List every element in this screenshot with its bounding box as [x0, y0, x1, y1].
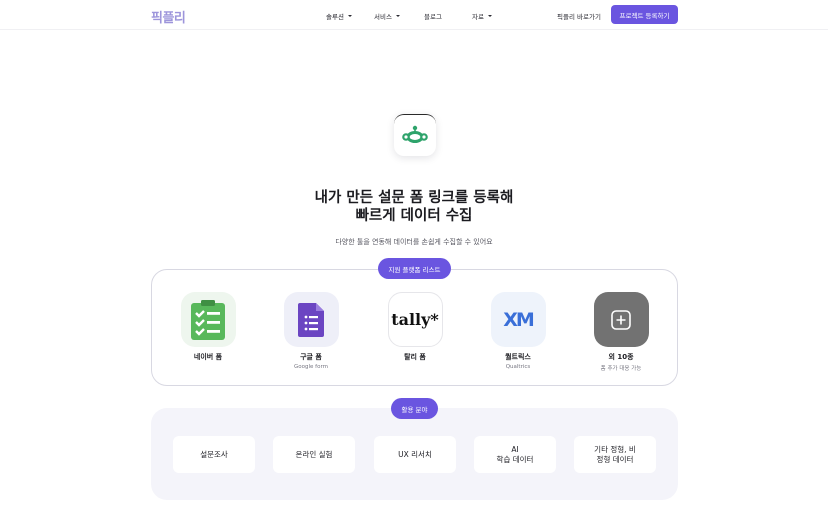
platform-subname: Google form — [294, 364, 328, 370]
platform-tally: tally* 탈리 폼 — [375, 292, 455, 362]
qualtrics-logo-text: XM — [503, 308, 535, 331]
usage-item-ux-research: UX 리서치 — [374, 436, 456, 473]
platform-naver-form: 네이버 폼 — [168, 292, 248, 362]
naver-form-checklist-icon — [180, 292, 236, 347]
platform-list-badge: 지원 플랫폼 리스트 — [378, 258, 451, 279]
usage-item-survey: 설문조사 — [173, 436, 255, 473]
hero-title-line2: 빠르게 데이터 수집 — [355, 208, 473, 224]
nav-services[interactable]: 서비스 — [374, 11, 400, 21]
usage-item-online-experiment: 온라인 실험 — [273, 436, 355, 473]
shortcut-link[interactable]: 픽플리 바로가기 — [557, 11, 601, 21]
hero-subtitle: 다양한 툴을 연동해 데이터를 손쉽게 수집할 수 있어요 — [335, 238, 493, 246]
platform-subname: 폼 추가 대응 가능 — [600, 366, 642, 372]
nav-solutions-label: 솔루션 — [326, 13, 344, 21]
platform-subname: Qualtrics — [505, 364, 531, 370]
register-project-button[interactable]: 프로젝트 등록하기 — [611, 5, 678, 24]
chevron-down-icon — [487, 15, 492, 17]
top-navigation: 픽플리 솔루션 서비스 블로그 자료 픽플리 바로가기 프로젝트 등록하기 — [0, 0, 828, 30]
platform-name: 외 10종 — [608, 353, 634, 361]
platform-others: 외 10종 폼 추가 대응 가능 — [581, 292, 661, 372]
usage-item-ai-training-data: AI 학습 데이터 — [474, 436, 556, 473]
platform-name: 탈리 폼 — [404, 353, 426, 361]
platform-name: 퀄트릭스 — [505, 353, 531, 361]
google-form-icon — [283, 292, 339, 347]
nav-resources[interactable]: 자료 — [472, 11, 492, 21]
nav-blog-label: 블로그 — [424, 13, 442, 21]
tally-logo-icon: tally* — [387, 292, 443, 347]
page: 픽플리 솔루션 서비스 블로그 자료 픽플리 바로가기 프로젝트 등록하기 내가… — [0, 0, 828, 523]
hero-title-line1: 내가 만든 설문 폼 링크를 등록해 — [314, 190, 514, 206]
usage-fields-badge: 활용 분야 — [391, 398, 438, 419]
platform-name: 네이버 폼 — [193, 353, 223, 361]
brand-logo[interactable]: 픽플리 — [151, 7, 186, 26]
chevron-down-icon — [347, 15, 352, 17]
nav-solutions[interactable]: 솔루션 — [326, 11, 352, 21]
plus-square-icon — [593, 292, 649, 347]
platform-google-form: 구글 폼 Google form — [271, 292, 351, 370]
platform-qualtrics: XM 퀄트릭스 Qualtrics — [478, 292, 558, 370]
surveymonkey-logo-icon — [394, 114, 436, 156]
nav-services-label: 서비스 — [374, 13, 392, 21]
platform-name: 구글 폼 — [300, 353, 322, 361]
usage-item-other-data: 기타 정형, 비 정형 데이터 — [574, 436, 656, 473]
nav-resources-label: 자료 — [472, 13, 484, 21]
tally-logo-text: tally* — [391, 310, 439, 329]
nav-blog[interactable]: 블로그 — [424, 11, 442, 21]
qualtrics-xm-icon: XM — [490, 292, 546, 347]
chevron-down-icon — [395, 15, 400, 17]
